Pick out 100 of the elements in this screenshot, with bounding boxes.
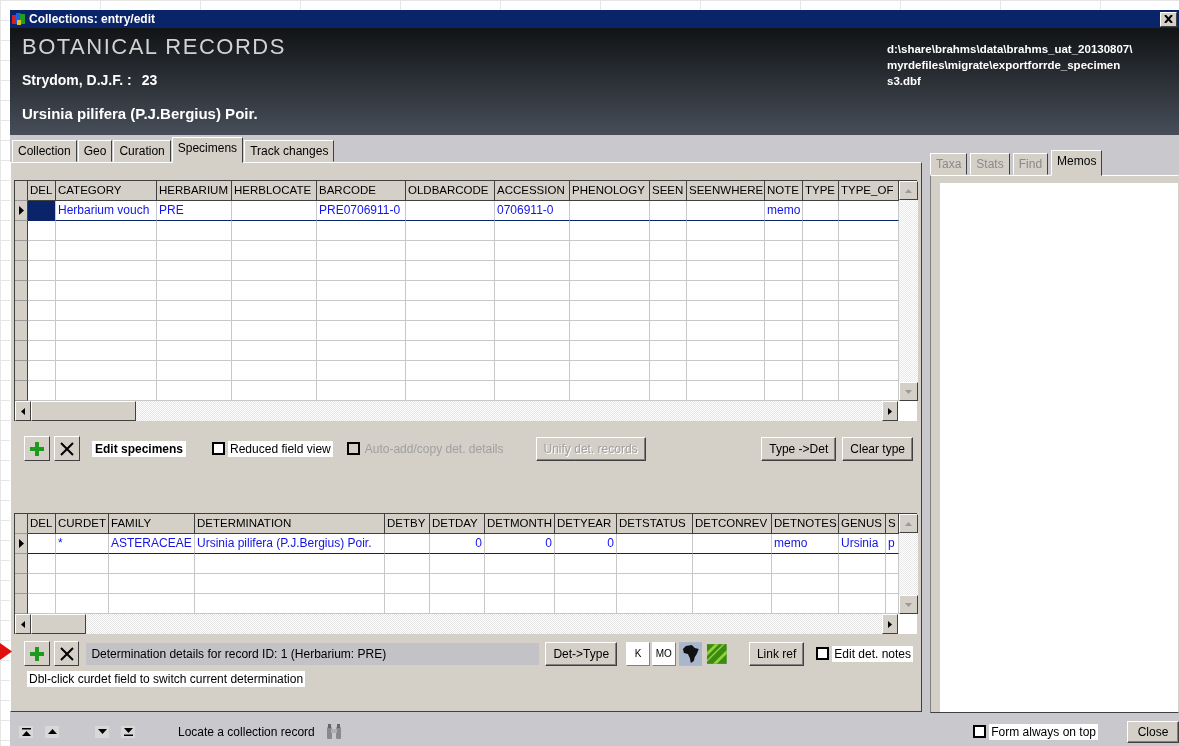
scroll-up-button[interactable] xyxy=(899,181,918,200)
row-header[interactable] xyxy=(15,281,28,301)
close-icon xyxy=(1164,15,1173,23)
column-header[interactable]: S xyxy=(886,514,899,534)
column-header[interactable]: TYPE xyxy=(803,181,839,201)
first-record-button[interactable] xyxy=(19,725,33,738)
row-header[interactable] xyxy=(15,321,28,341)
table-cell xyxy=(385,594,430,614)
table-cell xyxy=(28,554,56,574)
herbarium-button[interactable]: K xyxy=(626,641,650,666)
last-record-button[interactable] xyxy=(121,725,135,738)
column-header[interactable]: ACCESSION xyxy=(495,181,570,201)
table-cell xyxy=(650,221,687,241)
column-header[interactable]: BARCODE xyxy=(317,181,406,201)
table-cell: Ursinia xyxy=(839,534,886,554)
scroll-right-button[interactable] xyxy=(882,401,898,421)
row-header[interactable] xyxy=(15,381,28,401)
checkbox[interactable] xyxy=(973,725,987,738)
column-header[interactable]: DETSTATUS xyxy=(617,514,693,534)
table-cell xyxy=(28,361,56,381)
scroll-down-button[interactable] xyxy=(899,382,918,401)
table-cell xyxy=(803,261,839,281)
toolbar-button[interactable]: Type ->Det xyxy=(761,436,837,461)
column-header[interactable]: DEL xyxy=(28,181,56,201)
binoculars-icon[interactable] xyxy=(325,723,342,740)
vertical-scrollbar[interactable] xyxy=(899,181,918,401)
table-cell xyxy=(650,261,687,281)
column-header[interactable]: DETCONREV xyxy=(693,514,772,534)
checkbox[interactable] xyxy=(816,647,830,660)
table-cell xyxy=(28,534,56,554)
vertical-scrollbar[interactable] xyxy=(899,514,918,614)
table-cell xyxy=(555,594,617,614)
row-header[interactable] xyxy=(15,201,28,221)
table-cell xyxy=(839,221,899,241)
toolbar-button[interactable]: Det->Type xyxy=(545,641,618,666)
column-header[interactable]: GENUS xyxy=(839,514,886,534)
tab[interactable]: Track changes xyxy=(244,140,335,162)
caret-down-icon xyxy=(905,602,912,607)
scroll-thumb[interactable] xyxy=(31,401,136,421)
row-header[interactable] xyxy=(15,574,28,594)
column-header[interactable]: DEL xyxy=(28,514,56,534)
add-button[interactable] xyxy=(24,436,50,461)
scroll-down-button[interactable] xyxy=(899,595,918,614)
scroll-left-button[interactable] xyxy=(15,614,31,634)
tab[interactable]: Curation xyxy=(113,140,171,162)
row-header[interactable] xyxy=(15,241,28,261)
scroll-thumb[interactable] xyxy=(31,614,86,634)
column-header[interactable]: CURDET xyxy=(56,514,109,534)
row-header[interactable] xyxy=(15,534,28,554)
tab[interactable]: Geo xyxy=(77,140,113,162)
add-button[interactable] xyxy=(24,641,50,666)
close-button[interactable] xyxy=(1160,11,1177,27)
column-header[interactable]: PHENOLOGY xyxy=(570,181,650,201)
column-header[interactable]: DETYEAR xyxy=(555,514,617,534)
caret-up-icon xyxy=(47,729,57,734)
tab[interactable]: Specimens xyxy=(171,137,244,163)
scroll-right-button[interactable] xyxy=(882,614,898,634)
column-header[interactable]: OLDBARCODE xyxy=(406,181,495,201)
toolbar-button[interactable]: Link ref xyxy=(748,641,805,666)
column-header[interactable]: DETMONTH xyxy=(485,514,555,534)
hint-text: Dbl-click curdet field to switch current determination xyxy=(27,671,306,687)
next-record-button[interactable] xyxy=(95,725,109,738)
table-cell xyxy=(803,201,839,221)
delete-button[interactable] xyxy=(54,436,80,461)
horizontal-scrollbar[interactable] xyxy=(15,401,898,421)
row-header[interactable] xyxy=(15,554,28,574)
column-header[interactable]: DETERMINATION xyxy=(195,514,385,534)
column-header[interactable]: DETBY xyxy=(385,514,430,534)
app-icon xyxy=(12,12,26,26)
tab[interactable]: Collection xyxy=(12,140,77,162)
row-header[interactable] xyxy=(15,261,28,281)
column-header[interactable]: DETDAY xyxy=(430,514,485,534)
row-header[interactable] xyxy=(15,221,28,241)
scroll-up-button[interactable] xyxy=(899,514,918,533)
row-header[interactable] xyxy=(15,361,28,381)
column-header[interactable]: NOTE xyxy=(765,181,803,201)
file-path: d:\share\brahms\data\brahms_uat_20130807\ xyxy=(887,42,1134,57)
column-header[interactable]: HERBARIUM xyxy=(157,181,232,201)
horizontal-scrollbar[interactable] xyxy=(15,614,898,634)
table-cell xyxy=(555,574,617,594)
column-header[interactable]: TYPE_OF xyxy=(839,181,899,201)
column-header[interactable]: CATEGORY xyxy=(56,181,157,201)
column-header[interactable]: HERBLOCATE xyxy=(232,181,317,201)
table-cell xyxy=(650,321,687,341)
herbarium-button[interactable]: MO xyxy=(651,641,676,666)
tab[interactable]: Memos xyxy=(1051,150,1103,176)
close-button[interactable]: Close xyxy=(1127,720,1179,743)
column-header[interactable]: SEENWHERE xyxy=(687,181,765,201)
scroll-left-button[interactable] xyxy=(15,401,31,421)
checkbox[interactable] xyxy=(212,442,226,455)
map-icon[interactable] xyxy=(678,641,703,666)
previous-record-button[interactable] xyxy=(45,725,59,738)
column-header[interactable]: FAMILY xyxy=(109,514,195,534)
row-header[interactable] xyxy=(15,301,28,321)
column-header[interactable]: SEEN xyxy=(650,181,687,201)
toolbar-button[interactable]: Clear type xyxy=(842,436,913,461)
row-header[interactable] xyxy=(15,594,28,614)
column-header[interactable]: DETNOTES xyxy=(772,514,839,534)
row-header[interactable] xyxy=(15,341,28,361)
delete-button[interactable] xyxy=(53,641,80,666)
